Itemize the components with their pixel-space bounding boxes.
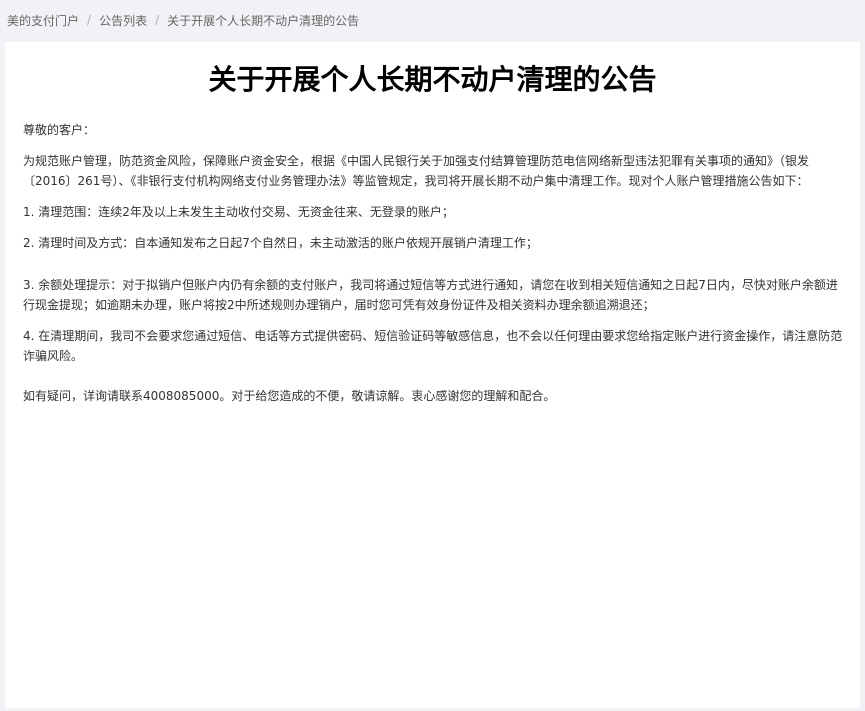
breadcrumb-separator: /: [155, 13, 160, 27]
notice-content: 尊敬的客户： 为规范账户管理，防范资金风险，保障账户资金安全，根据《中国人民银行…: [23, 120, 845, 417]
breadcrumb-current: 关于开展个人长期不动户清理的公告: [167, 13, 360, 28]
notice-closing: 如有疑问，详询请联系4008085000。对于给您造成的不便，敬请谅解。衷心感谢…: [23, 389, 556, 403]
notice-item-scope: 1. 清理范围：连续2年及以上未发生主动收付交易、无资金往来、无登录的账户；: [23, 205, 454, 219]
breadcrumb-separator: /: [87, 13, 92, 27]
breadcrumb-link-notice-list[interactable]: 公告列表: [99, 12, 147, 29]
notice-greeting: 尊敬的客户：: [23, 123, 96, 137]
notice-intro: 为规范账户管理，防范资金风险，保障账户资金安全，根据《中国人民银行关于加强支付结…: [23, 154, 810, 188]
notice-item-balance: 3. 余额处理提示：对于拟销户但账户内仍有余额的支付账户，我司将通过短信等方式进…: [23, 278, 838, 312]
breadcrumb: 美的支付门户 / 公告列表 / 关于开展个人长期不动户清理的公告: [7, 10, 359, 30]
notice-card: 关于开展个人长期不动户清理的公告 尊敬的客户： 为规范账户管理，防范资金风险，保…: [5, 42, 860, 708]
notice-item-security: 4. 在清理期间，我司不会要求您通过短信、电话等方式提供密码、短信验证码等敏感信…: [23, 329, 843, 363]
notice-item-schedule: 2. 清理时间及方式：自本通知发布之日起7个自然日，未主动激活的账户依规开展销户…: [23, 236, 538, 250]
notice-title: 关于开展个人长期不动户清理的公告: [208, 63, 657, 96]
breadcrumb-link-portal[interactable]: 美的支付门户: [7, 12, 79, 29]
